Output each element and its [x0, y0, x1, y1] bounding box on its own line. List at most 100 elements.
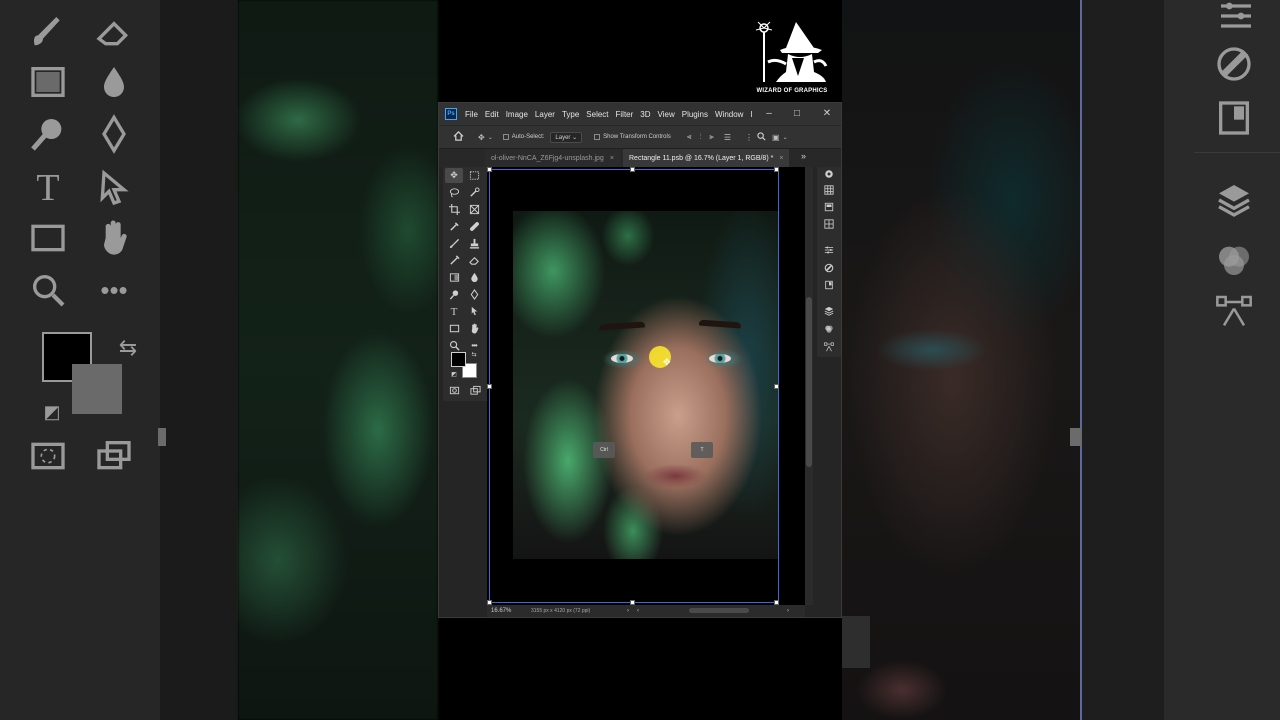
- pen-icon[interactable]: [465, 287, 483, 302]
- menu-view[interactable]: View: [658, 110, 675, 119]
- libraries-icon[interactable]: [821, 261, 837, 275]
- show-transform-checkbox[interactable]: [594, 134, 601, 140]
- quick-mask-icon: [20, 428, 76, 484]
- background-gap-right: [1082, 0, 1164, 720]
- zoom-level[interactable]: 16.67%: [491, 608, 531, 614]
- learn-icon[interactable]: [821, 167, 837, 181]
- blur-icon[interactable]: [465, 270, 483, 285]
- type-icon[interactable]: T: [445, 304, 463, 319]
- zoom-icon[interactable]: [445, 338, 463, 353]
- swap-colors-icon[interactable]: ⇆: [469, 349, 479, 359]
- blur-icon: [86, 54, 142, 110]
- distribute-icon[interactable]: ☰: [724, 133, 731, 142]
- tab-rectangle-11[interactable]: Rectangle 11.psb @ 16.7% (Layer 1, RGB/8…: [623, 149, 789, 167]
- layers-icon[interactable]: [821, 304, 837, 318]
- move-tool-preset-icon[interactable]: ✥: [478, 133, 485, 142]
- quick-select-icon[interactable]: [465, 185, 483, 200]
- type-icon: T: [36, 167, 60, 209]
- scroll-left-icon[interactable]: ‹: [637, 608, 639, 614]
- swap-colors-icon: ⇆: [118, 335, 138, 360]
- align-center-icon[interactable]: ⫶: [699, 132, 701, 142]
- background-photo-portrait: [842, 0, 1082, 720]
- background-gap-left: [160, 0, 238, 720]
- auto-select-checkbox[interactable]: [502, 134, 509, 140]
- dodge-icon[interactable]: [445, 287, 463, 302]
- menu-select[interactable]: Select: [586, 110, 608, 119]
- chevron-down-icon[interactable]: ⌄: [488, 134, 493, 141]
- menu-3d[interactable]: 3D: [640, 110, 650, 119]
- scroll-right-icon[interactable]: ›: [787, 608, 789, 614]
- menu-file[interactable]: File: [465, 110, 478, 119]
- close-button[interactable]: ✕: [815, 105, 839, 121]
- menu-window[interactable]: Window: [715, 110, 743, 119]
- options-bar: ✥ ⌄ Auto-Select: Layer ⌄ Show Transform …: [439, 125, 841, 149]
- background-photo-leaves: [238, 0, 438, 720]
- dodge-icon: [20, 106, 76, 162]
- crop-icon[interactable]: [445, 202, 463, 217]
- foreground-color-swatch[interactable]: [451, 352, 466, 367]
- rectangle-icon[interactable]: [445, 321, 463, 336]
- menu-filter[interactable]: Filter: [616, 110, 634, 119]
- vertical-scrollbar[interactable]: [805, 167, 813, 605]
- align-right-icon[interactable]: ⫸: [709, 132, 714, 142]
- frame-icon[interactable]: [465, 202, 483, 217]
- menu-help-truncated[interactable]: I: [750, 110, 752, 119]
- menu-type[interactable]: Type: [562, 110, 579, 119]
- auto-select-value: Layer: [555, 134, 571, 141]
- swatches-icon[interactable]: [821, 183, 837, 197]
- tabs-overflow-icon[interactable]: »: [801, 151, 806, 161]
- more-align-icon[interactable]: ⋮: [745, 133, 753, 142]
- document-info[interactable]: 3155 px x 4120 px (72 ppi): [531, 608, 627, 614]
- menu-layer[interactable]: Layer: [535, 110, 555, 119]
- menu-edit[interactable]: Edit: [485, 110, 499, 119]
- transform-handle[interactable]: [774, 384, 779, 389]
- auto-select-dropdown[interactable]: Layer ⌄: [550, 131, 583, 143]
- path-select-icon[interactable]: [465, 304, 483, 319]
- adjustments-icon[interactable]: [821, 243, 837, 257]
- minimize-button[interactable]: –: [757, 105, 781, 121]
- canvas-area[interactable]: ✥ Ctrl T: [487, 167, 805, 605]
- home-icon[interactable]: [453, 131, 464, 143]
- eyedropper-icon[interactable]: [445, 219, 463, 234]
- transform-handle[interactable]: [487, 384, 492, 389]
- gradient-icon[interactable]: [445, 270, 463, 285]
- transform-bounding-box[interactable]: [489, 169, 779, 603]
- search-icon[interactable]: [757, 131, 766, 143]
- maximize-button[interactable]: □: [785, 105, 809, 121]
- ps-logo-icon[interactable]: Ps: [445, 108, 457, 120]
- stamp-icon[interactable]: [465, 236, 483, 251]
- eraser-icon[interactable]: [465, 253, 483, 268]
- default-colors-icon[interactable]: ◩: [449, 369, 459, 379]
- patterns-icon[interactable]: [821, 217, 837, 231]
- channels-icon[interactable]: [821, 322, 837, 336]
- screen-mode-icon[interactable]: [466, 383, 484, 398]
- gradients-icon[interactable]: [821, 200, 837, 214]
- quick-mask-icon[interactable]: [445, 383, 463, 398]
- tab-close-icon[interactable]: ×: [779, 155, 783, 162]
- paths-icon[interactable]: [821, 340, 837, 354]
- horizontal-scroll-thumb[interactable]: [689, 608, 749, 613]
- align-left-icon[interactable]: ⫷: [687, 132, 692, 142]
- brush-icon[interactable]: [445, 236, 463, 251]
- lasso-icon[interactable]: [445, 185, 463, 200]
- history-brush-icon[interactable]: [445, 253, 463, 268]
- tab-close-icon[interactable]: ×: [610, 155, 614, 162]
- hand-icon[interactable]: [465, 321, 483, 336]
- workspace-icon[interactable]: ▣: [772, 133, 780, 142]
- move-icon[interactable]: ✥: [445, 168, 463, 183]
- rectangle-icon: [20, 210, 76, 266]
- tab-unsplash-photo[interactable]: ol-oliver-NnCA_Z6Fjg4-unsplash.jpg ×: [485, 149, 621, 167]
- transform-handle[interactable]: [487, 167, 492, 172]
- auto-select-label: Auto-Select:: [511, 134, 545, 140]
- properties-icon[interactable]: [821, 278, 837, 292]
- marquee-icon[interactable]: [465, 168, 483, 183]
- background-toolbar-blur: T ••• ⇆ ◩: [0, 0, 160, 720]
- menu-image[interactable]: Image: [506, 110, 528, 119]
- transform-handle[interactable]: [630, 167, 635, 172]
- vertical-scroll-thumb[interactable]: [806, 297, 812, 467]
- workspace-chevron-icon[interactable]: ⌄: [783, 134, 788, 141]
- healing-brush-icon[interactable]: [465, 219, 483, 234]
- transform-handle[interactable]: [774, 167, 779, 172]
- status-menu-icon[interactable]: ›: [627, 608, 629, 614]
- menu-plugins[interactable]: Plugins: [682, 110, 708, 119]
